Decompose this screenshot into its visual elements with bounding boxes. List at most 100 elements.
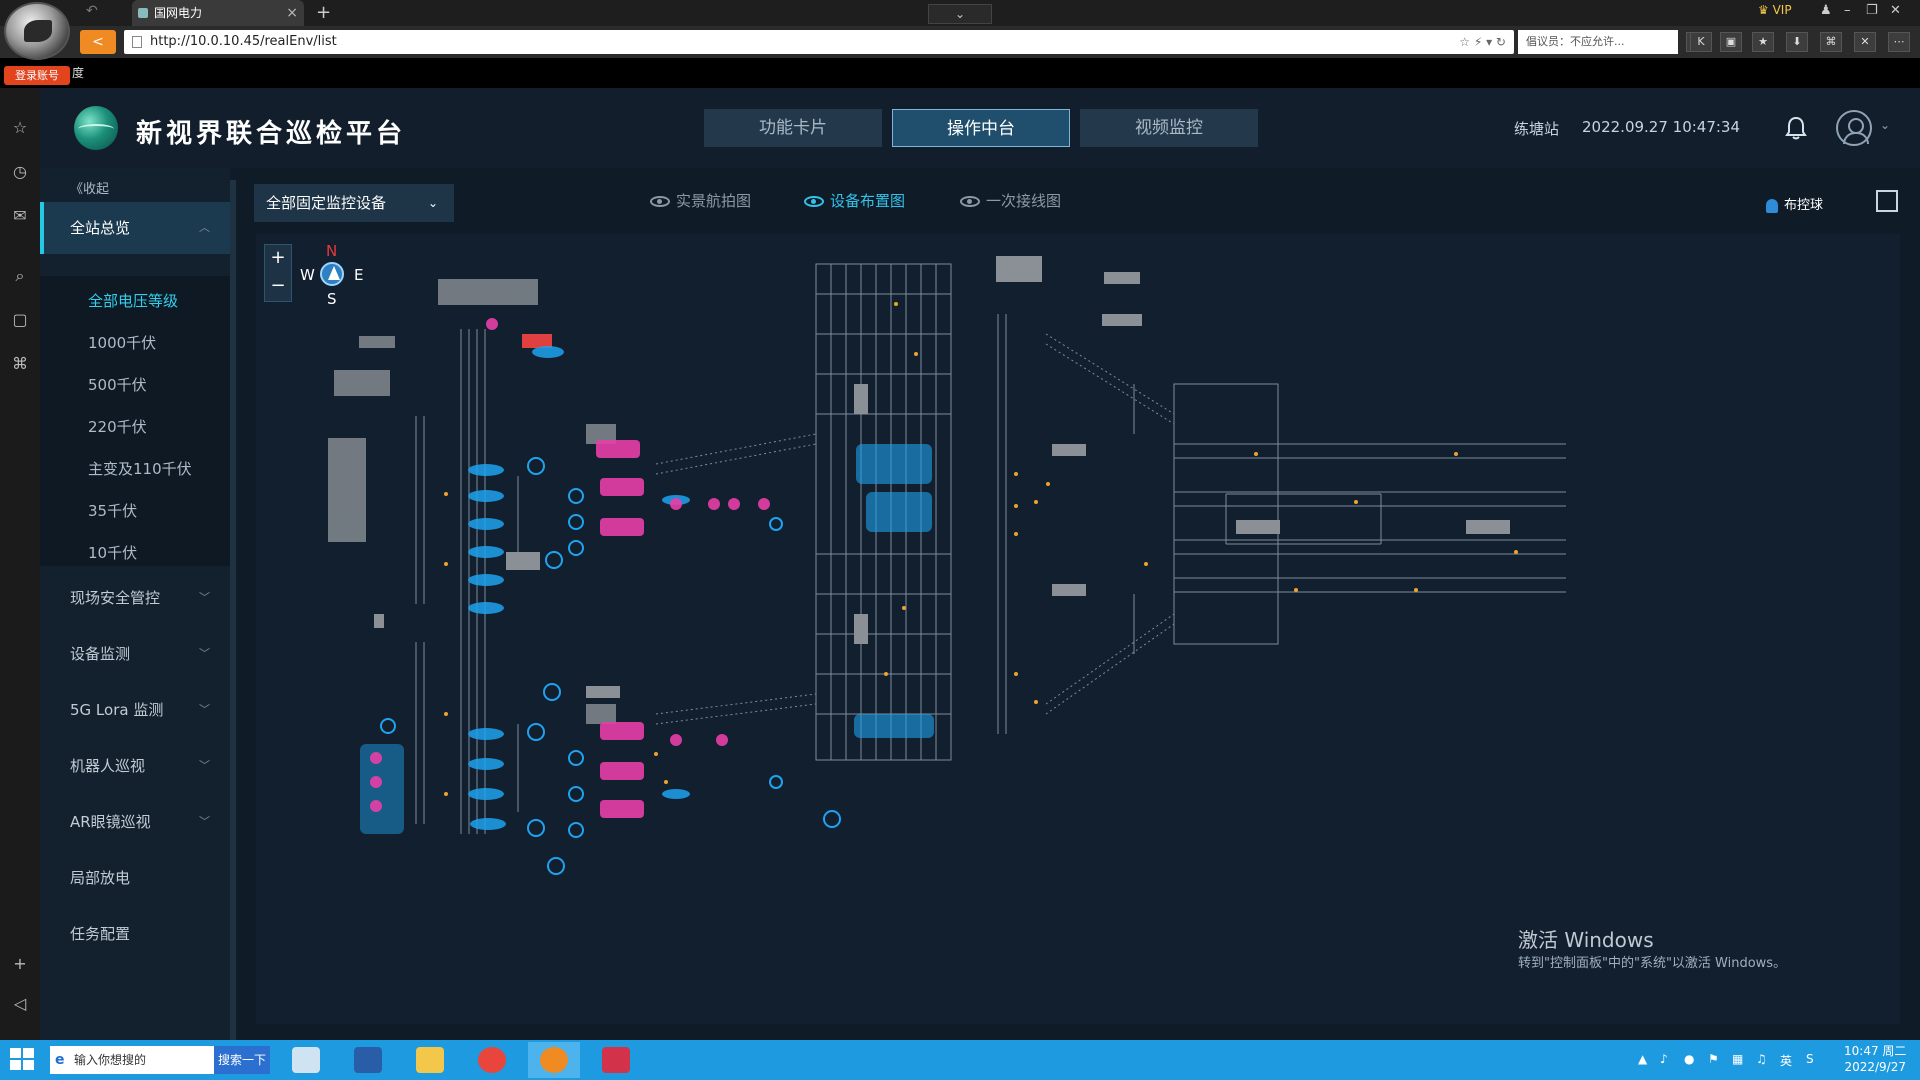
computer-icon — [292, 1047, 320, 1073]
windows-taskbar: e 输入你想搜的 搜索一下 ▲ ♪ ● ⚑ ▦ ♫ 英 S 10:47 周二 2… — [0, 1040, 1920, 1080]
compass-north: N — [326, 242, 338, 260]
sub-item-220kv[interactable]: 220千伏 — [88, 416, 147, 437]
collapse-strip-icon[interactable]: ◁ — [10, 994, 30, 1014]
url-actions[interactable]: ☆ ⚡ ▾ ↻ — [1459, 30, 1506, 54]
device-filter-select[interactable]: 全部固定监控设备 ⌄ — [254, 184, 454, 222]
building — [438, 279, 538, 305]
deploy-ball-button[interactable]: 布控球 — [1766, 194, 1823, 213]
tray-volume-icon[interactable]: ♫ — [1756, 1052, 1767, 1066]
download-icon[interactable]: ⬇ — [1786, 32, 1808, 52]
view-tab-single-line[interactable]: 一次接线图 — [960, 190, 1061, 211]
fullscreen-icon[interactable] — [1876, 190, 1898, 212]
globe-logo-icon — [74, 106, 118, 150]
tray-flag-icon[interactable]: ⚑ — [1708, 1052, 1719, 1066]
user-avatar-icon[interactable] — [1836, 110, 1872, 146]
tab-operation-center[interactable]: 操作中台 — [892, 109, 1070, 147]
bookmark-item[interactable]: 度 — [72, 64, 84, 81]
taskbar-app-powershell[interactable] — [342, 1042, 394, 1078]
lock-icon[interactable]: ▣ — [1720, 32, 1742, 52]
gamepad-icon[interactable]: ⌘ — [1820, 32, 1842, 52]
zoom-out-button[interactable]: − — [265, 273, 291, 301]
nav-robot-patrol[interactable]: 机器人巡视 ﹀ — [40, 740, 230, 792]
tray-shield-icon[interactable]: ● — [1684, 1052, 1694, 1066]
taskbar-search-input[interactable]: e 输入你想搜的 — [50, 1046, 214, 1074]
sub-item-500kv[interactable]: 500千伏 — [88, 374, 147, 395]
substation-layout-map[interactable]: + − N W E S 激活 Windows 转到"控制面板"中的"系统"以激活… — [256, 234, 1900, 1024]
url-field[interactable]: http://10.0.10.45/realEnv/list ☆ ⚡ ▾ ↻ — [124, 30, 1514, 54]
bell-icon[interactable] — [1785, 116, 1807, 140]
building — [854, 384, 868, 414]
browser-search-input[interactable]: 倡议员：不应允许... — [1518, 30, 1678, 54]
taskbar-app-browser[interactable] — [528, 1042, 580, 1078]
taskbar-clock[interactable]: 10:47 周二 2022/9/27 — [1844, 1043, 1906, 1075]
nav-site-safety[interactable]: 现场安全管控 ﹀ — [40, 572, 230, 624]
search-icon[interactable]: ⌕ — [10, 266, 30, 286]
tray-bell-icon[interactable]: ♪ — [1660, 1052, 1668, 1066]
eye-off-icon — [960, 196, 980, 207]
nav-station-overview[interactable]: 全站总览 ︿ — [40, 202, 230, 254]
k-icon[interactable]: K — [1690, 32, 1712, 52]
tray-network-icon[interactable]: ▦ — [1732, 1052, 1743, 1066]
chevron-down-icon: ﹀ — [199, 647, 210, 660]
back-button[interactable]: < — [80, 30, 116, 54]
more-icon[interactable]: ⋯ — [1888, 32, 1910, 52]
game-icon[interactable]: ⌘ — [10, 354, 30, 374]
taskbar-app-ide[interactable] — [590, 1042, 642, 1078]
bag-icon[interactable]: ▢ — [10, 310, 30, 330]
tab-function-cards[interactable]: 功能卡片 — [704, 109, 882, 147]
taskbar-search-button[interactable]: 搜索一下 — [214, 1046, 270, 1074]
restore-icon[interactable]: ❐ — [1866, 3, 1878, 18]
nav-ar-glasses[interactable]: AR眼镜巡视 ﹀ — [40, 796, 230, 848]
taskbar-app-computer[interactable] — [280, 1042, 332, 1078]
zoom-in-button[interactable]: + — [265, 245, 291, 273]
vip-badge[interactable]: ♛ VIP — [1758, 3, 1792, 17]
url-text: http://10.0.10.45/realEnv/list — [150, 34, 337, 49]
tray-sogou-icon[interactable]: S — [1806, 1052, 1814, 1066]
taskbar-app-explorer[interactable] — [404, 1042, 456, 1078]
tab-close-icon[interactable]: × — [286, 0, 298, 26]
favorites-icon[interactable]: ☆ — [10, 118, 30, 138]
tray-ime[interactable]: 英 — [1780, 1052, 1792, 1069]
building — [374, 614, 384, 628]
view-tab-layout[interactable]: 设备布置图 — [804, 190, 905, 211]
view-tab-aerial[interactable]: 实景航拍图 — [650, 190, 751, 211]
taskbar-search-text: 输入你想搜的 — [74, 1053, 147, 1067]
sub-item-main-transformer-110kv[interactable]: 主变及110千伏 — [88, 458, 192, 479]
browser-icon — [540, 1047, 568, 1073]
tab-back-icon[interactable]: ↶ — [86, 3, 98, 19]
add-icon[interactable]: + — [10, 954, 30, 974]
history-icon[interactable]: ◷ — [10, 162, 30, 182]
tab-video-monitor[interactable]: 视频监控 — [1080, 109, 1258, 147]
minimize-icon[interactable]: – — [1844, 3, 1851, 18]
skin-icon[interactable]: ♟ — [1820, 3, 1832, 18]
nav-5g-lora[interactable]: 5G Lora 监测 ﹀ — [40, 684, 230, 736]
building — [328, 438, 366, 542]
login-badge[interactable]: 登录账号 — [4, 66, 70, 85]
compass-east: E — [354, 266, 364, 284]
sub-item-1000kv[interactable]: 1000千伏 — [88, 332, 156, 353]
window-close-icon[interactable]: ✕ — [1890, 3, 1901, 18]
taskbar-app-chrome[interactable] — [466, 1042, 518, 1078]
close-tools-icon[interactable]: ✕ — [1854, 32, 1876, 52]
nav-task-config[interactable]: 任务配置 — [40, 908, 230, 960]
activate-windows-title: 激活 Windows — [1518, 928, 1654, 952]
sub-item-10kv[interactable]: 10千伏 — [88, 542, 137, 563]
tray-expand-icon[interactable]: ▲ — [1638, 1052, 1647, 1066]
collapse-sidebar-button[interactable]: 《收起 — [70, 178, 109, 197]
building — [586, 704, 616, 724]
sub-item-35kv[interactable]: 35千伏 — [88, 500, 137, 521]
browser-side-strip: ☆ ◷ ✉ ⌕ ▢ ⌘ + ◁ — [0, 88, 40, 1040]
ie-icon: e — [55, 1052, 65, 1068]
nav-partial-discharge[interactable]: 局部放电 — [40, 852, 230, 904]
tab-list-button[interactable]: ⌄ — [928, 4, 992, 24]
nav-device-monitor[interactable]: 设备监测 ﹀ — [40, 628, 230, 680]
browser-tab[interactable]: 国网电力 × — [132, 0, 304, 26]
chevron-down-icon[interactable]: ⌄ — [1880, 118, 1890, 132]
mail-icon[interactable]: ✉ — [10, 206, 30, 226]
star-icon[interactable]: ★ — [1752, 32, 1774, 52]
sub-item-all-voltages[interactable]: 全部电压等级 — [88, 290, 178, 311]
browser-logo[interactable] — [4, 2, 70, 60]
new-tab-icon[interactable]: + — [316, 2, 331, 23]
tab-favicon-icon — [138, 8, 148, 18]
windows-start-icon[interactable] — [10, 1048, 36, 1072]
